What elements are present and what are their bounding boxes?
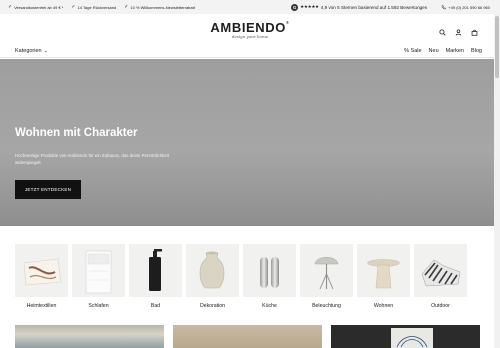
- category-label: Bad: [150, 303, 161, 309]
- category-image: [15, 244, 68, 297]
- usp-text: 10 % Willkommens-Newsletterrabatt: [130, 4, 195, 10]
- phone-icon: [442, 4, 447, 9]
- categories-label: Kategorien: [15, 48, 42, 54]
- side-table-image: [367, 259, 400, 289]
- usp-item: ✓ 14 Tage Rückversand: [71, 3, 117, 10]
- account-icon[interactable]: [455, 29, 462, 36]
- hero-banner: [0, 59, 494, 226]
- category-tile-schlafen[interactable]: Schlafen: [72, 244, 125, 309]
- category-label: Beleuchtung: [312, 303, 341, 309]
- nav-item-new[interactable]: Neu: [429, 48, 439, 54]
- logo-text: AMBIENDO: [210, 20, 286, 35]
- category-tile-beleuchtung[interactable]: Beleuchtung: [300, 244, 353, 309]
- soap-dispenser-image: [149, 249, 162, 291]
- category-image: [357, 244, 410, 297]
- usp-text: 14 Tage Rückversand: [77, 4, 117, 10]
- category-label: Outdoor: [431, 303, 450, 309]
- hero-title: Wohnen mit Charakter: [15, 127, 138, 139]
- nav-item-sale[interactable]: % Sale: [404, 48, 421, 54]
- logo-brand: AMBIENDO®: [0, 20, 500, 35]
- header-actions: [439, 29, 478, 36]
- category-image: [186, 244, 239, 297]
- search-icon[interactable]: [439, 29, 446, 36]
- phone-contact[interactable]: +49 (0) 201 590 66 960: [441, 5, 490, 10]
- rating-text: 4,9 von 5 Sternen basierend auf 1.592 Be…: [320, 4, 428, 10]
- usp-item: ✓ Versandkostenfrei ab 49 € *: [8, 3, 64, 10]
- cart-icon[interactable]: [471, 29, 478, 36]
- category-tile-dekoration[interactable]: Dekoration: [186, 244, 239, 309]
- category-tile-bad[interactable]: Bad: [129, 244, 182, 309]
- promo-tile-2[interactable]: [173, 325, 322, 348]
- nav-item-brands[interactable]: Marken: [446, 48, 464, 54]
- promo-tile-1[interactable]: [15, 325, 164, 348]
- category-image: [129, 244, 182, 297]
- category-image: [243, 244, 296, 297]
- promo-art-image: [391, 328, 433, 348]
- vase-image: [199, 251, 225, 289]
- outdoor-lounger-image: [421, 259, 461, 287]
- phone-number: +49 (0) 201 590 66 960: [448, 4, 490, 10]
- lamp-image: [314, 257, 339, 290]
- category-tile-wohnen[interactable]: Wohnen: [357, 244, 410, 309]
- usp-text: Versandkostenfrei ab 49 € *: [14, 4, 64, 10]
- category-image: [300, 244, 353, 297]
- chevron-down-icon: ⌄: [43, 48, 48, 54]
- pillow-image: [23, 258, 62, 286]
- category-label: Dekoration: [199, 303, 226, 309]
- check-icon: ✓: [71, 3, 76, 10]
- category-row: Heimtextilien Schlafen Bad Dekoration Kü…: [15, 244, 467, 309]
- category-tile-heimtextilien[interactable]: Heimtextilien: [15, 244, 68, 309]
- site-header: AMBIENDO® design your home Kategorien ⌄ …: [0, 14, 500, 58]
- rating-badge[interactable]: G ★★★★★ 4,9 von 5 Sternen basierend auf …: [291, 3, 428, 11]
- site-logo[interactable]: AMBIENDO® design your home: [0, 20, 500, 39]
- bedding-image: [85, 250, 112, 294]
- usp-item: ✓ 10 % Willkommens-Newsletterrabatt: [124, 3, 195, 10]
- categories-menu[interactable]: Kategorien ⌄: [15, 48, 48, 54]
- hero-text: Hochwertige Produkte von Ambiendo für ei…: [15, 153, 170, 165]
- category-label: Küche: [262, 303, 277, 309]
- category-tile-outdoor[interactable]: Outdoor: [414, 244, 467, 309]
- salt-pepper-mill-image: [260, 257, 279, 288]
- main-nav: % Sale Neu Marken Blog: [404, 48, 482, 54]
- google-icon: G: [291, 3, 299, 11]
- stars-icon: ★★★★★: [300, 4, 319, 9]
- category-label: Heimtextilien: [26, 303, 57, 309]
- category-image: [414, 244, 467, 297]
- usp-bar: ✓ Versandkostenfrei ab 49 € * ✓ 14 Tage Rü…: [0, 0, 500, 14]
- category-image: [72, 244, 125, 297]
- check-icon: ✓: [8, 3, 13, 10]
- category-tile-kueche[interactable]: Küche: [243, 244, 296, 309]
- logo-reg: ®: [286, 20, 290, 25]
- category-label: Wohnen: [373, 303, 394, 309]
- scrollbar-thumb[interactable]: [495, 16, 499, 78]
- check-icon: ✓: [124, 3, 129, 10]
- logo-tagline: design your home: [231, 34, 269, 39]
- page-scrollbar[interactable]: [494, 14, 500, 348]
- nav-item-blog[interactable]: Blog: [471, 48, 482, 54]
- hero-cta-button[interactable]: JETZT ENTDECKEN: [15, 180, 81, 199]
- category-label: Schlafen: [88, 303, 109, 309]
